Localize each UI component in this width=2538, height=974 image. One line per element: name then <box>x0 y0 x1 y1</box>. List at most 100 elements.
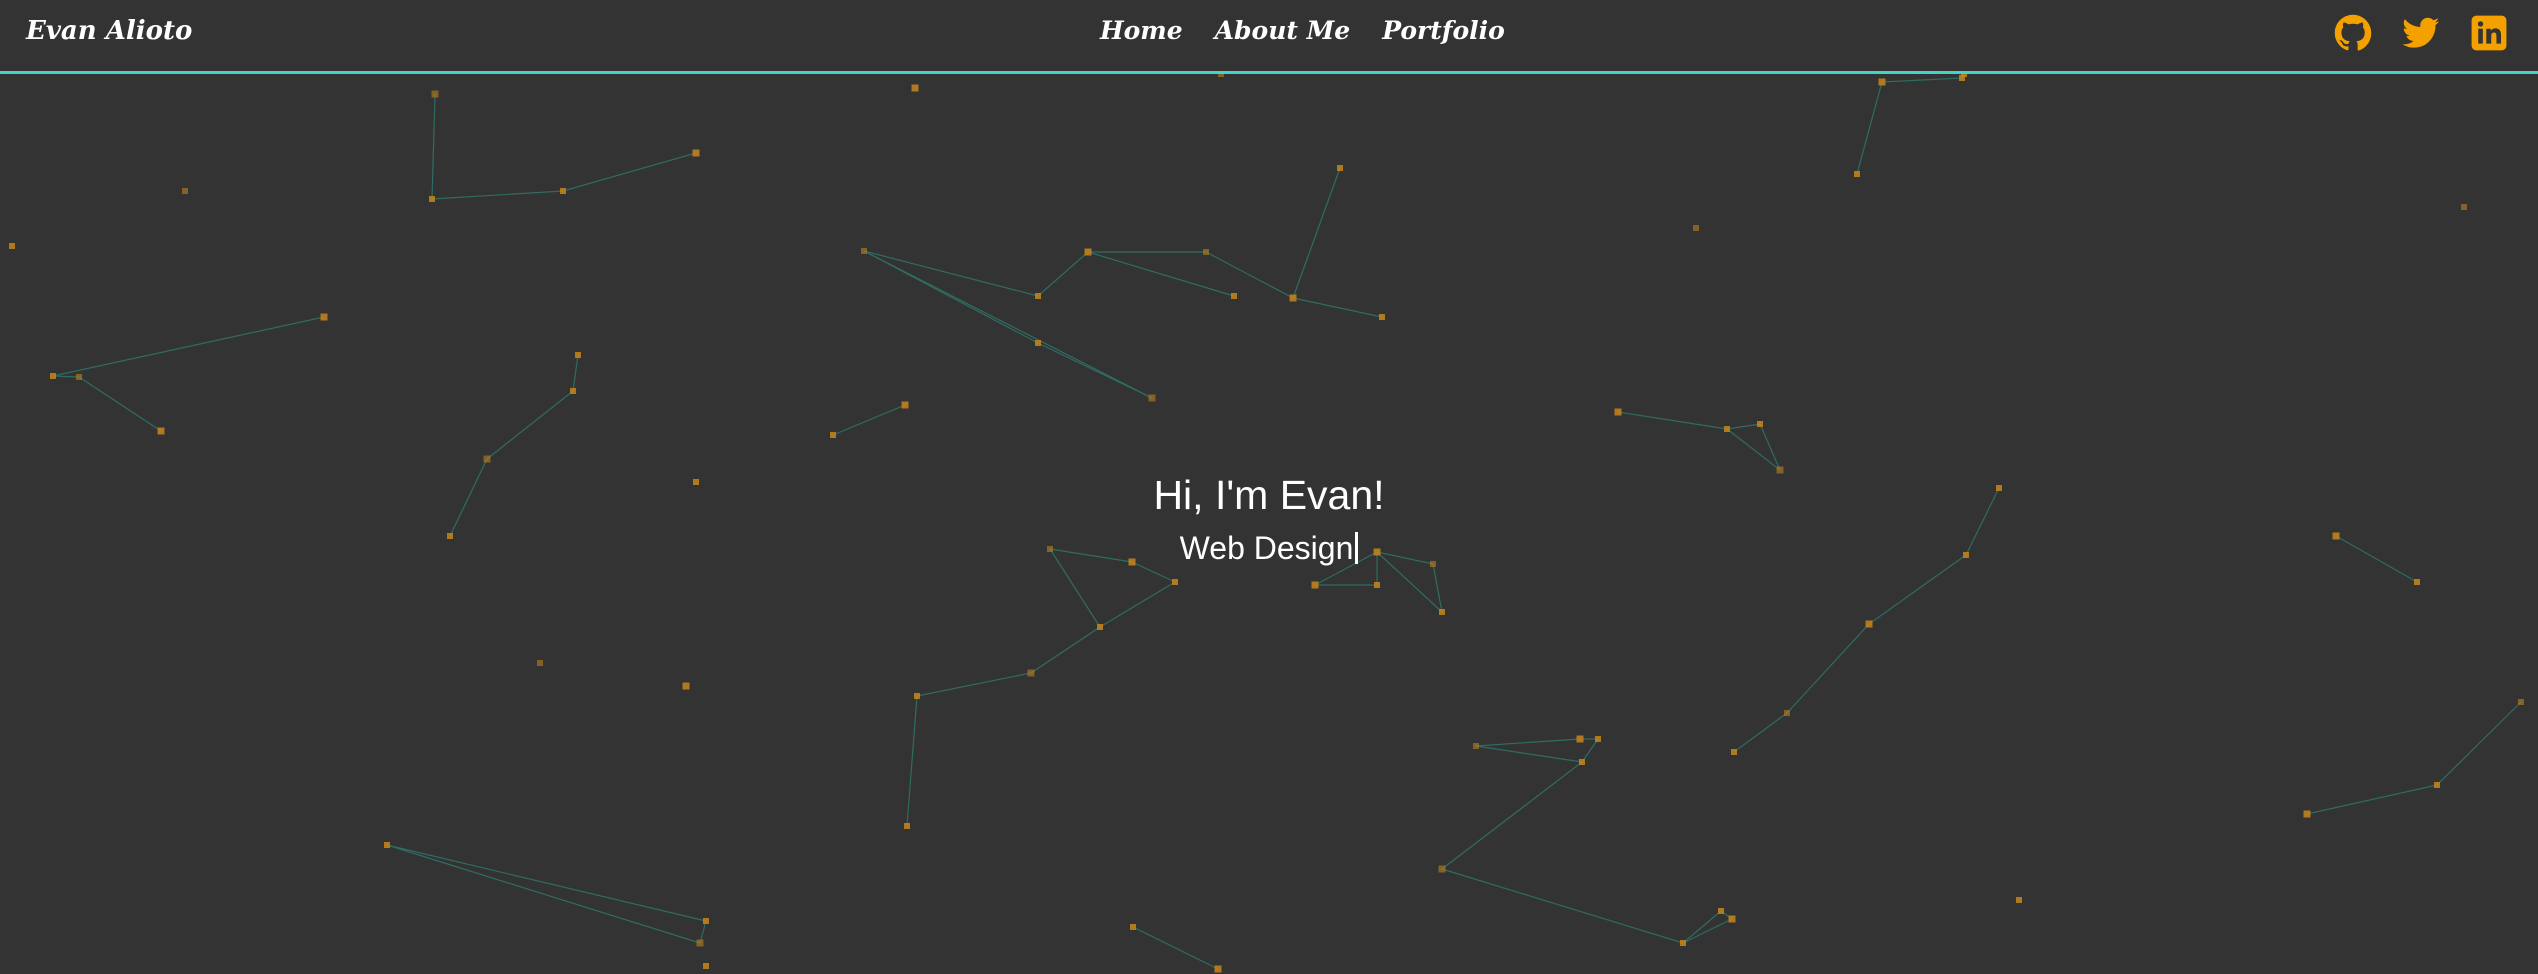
particle-dot <box>1680 940 1686 946</box>
particle-dot <box>1130 924 1136 930</box>
particle-dot <box>1439 609 1445 615</box>
particle-dot <box>1027 669 1035 677</box>
particle-dot <box>1218 74 1224 77</box>
nav-home-link[interactable]: Home <box>1100 16 1183 45</box>
particle-link <box>1037 251 1089 297</box>
github-link[interactable] <box>2334 14 2372 52</box>
particle-link <box>1292 167 1341 299</box>
particle-dot <box>320 313 328 321</box>
particle-dot <box>50 373 56 379</box>
particle-link <box>1087 251 1235 297</box>
particle-dot <box>570 388 576 394</box>
particle-dot <box>2303 810 2311 818</box>
particle-dot <box>1854 171 1860 177</box>
particle-dot <box>1614 408 1622 416</box>
particle-link <box>431 93 436 200</box>
github-icon <box>2334 14 2372 51</box>
particle-link <box>1441 868 1684 944</box>
particle-link <box>1037 342 1153 399</box>
particle-dot <box>1289 294 1297 302</box>
particle-link <box>1726 423 1761 430</box>
particle-dot <box>1724 426 1730 432</box>
twitter-link[interactable] <box>2402 14 2440 52</box>
particle-dot <box>537 660 543 666</box>
particle-link <box>572 354 579 392</box>
particle-link <box>1733 712 1788 753</box>
particle-dot <box>1374 582 1380 588</box>
particle-link <box>2306 784 2438 815</box>
linkedin-link[interactable] <box>2470 14 2508 52</box>
particle-link <box>486 390 574 460</box>
particle-dot <box>1579 759 1585 765</box>
particle-dot <box>1731 749 1737 755</box>
typing-cursor <box>1355 532 1359 564</box>
particle-dot <box>157 427 165 435</box>
particle-dot <box>1718 908 1724 914</box>
particle-dot <box>384 842 390 848</box>
particle-dot <box>1214 965 1222 973</box>
particle-dot <box>1438 865 1446 873</box>
particle-link <box>916 672 1032 697</box>
particle-link <box>863 250 1153 399</box>
particle-dot <box>682 682 690 690</box>
particle-dot <box>1693 225 1699 231</box>
particle-link <box>1099 581 1176 628</box>
particle-link <box>1441 761 1583 870</box>
brand-logo[interactable]: Evan Alioto <box>26 16 192 46</box>
hero-typed-subtitle: Web Design <box>0 528 2538 568</box>
particle-dot <box>431 90 439 98</box>
nav-about-link[interactable]: About Me <box>1215 16 1351 45</box>
particle-dot <box>2016 897 2022 903</box>
particle-link <box>386 844 701 944</box>
particle-dot <box>830 432 836 438</box>
particle-dot <box>483 455 491 463</box>
particle-dot <box>429 196 435 202</box>
particle-dot <box>1784 710 1790 716</box>
particle-link <box>1881 77 1963 83</box>
particle-dot <box>1379 314 1385 320</box>
page: Evan Alioto Home About Me Portfolio Hi, … <box>0 0 2538 974</box>
particle-dot <box>914 693 920 699</box>
particle-dot <box>901 401 909 409</box>
social-links <box>2334 14 2508 52</box>
particle-dot <box>1337 165 1343 171</box>
navbar: Evan Alioto Home About Me Portfolio <box>0 0 2538 74</box>
particle-dot <box>904 823 910 829</box>
particle-dot <box>696 939 704 947</box>
particle-dot <box>560 188 566 194</box>
particle-dot <box>1757 421 1763 427</box>
particle-dot <box>575 352 581 358</box>
particle-dot <box>1035 340 1041 346</box>
particle-link <box>386 844 707 922</box>
nav-portfolio-link[interactable]: Portfolio <box>1382 16 1505 45</box>
typed-text: Web Design <box>1179 530 1354 566</box>
particle-dot <box>76 374 82 380</box>
particle-link <box>1786 623 1870 714</box>
particle-link <box>562 152 697 192</box>
particle-dot <box>703 963 709 969</box>
particle-link <box>1132 926 1219 970</box>
particle-dot <box>1865 620 1873 628</box>
hero-title: Hi, I'm Evan! <box>1153 472 1385 518</box>
particle-link <box>52 375 80 378</box>
particle-dot <box>1473 743 1479 749</box>
particle-dot <box>1148 394 1156 402</box>
particle-link <box>431 190 564 200</box>
particle-link <box>863 250 1039 297</box>
particle-dot <box>2518 699 2524 705</box>
particle-dot <box>1203 249 1209 255</box>
particle-dot <box>1576 735 1584 743</box>
particle-dot <box>9 243 15 249</box>
particle-link <box>1292 297 1383 318</box>
particle-dot <box>911 84 919 92</box>
particle-link <box>1856 81 1883 175</box>
particle-dot <box>1035 293 1041 299</box>
particle-link <box>863 250 1039 344</box>
particle-dot <box>2434 782 2440 788</box>
particle-dot <box>1231 293 1237 299</box>
particle-dot <box>703 918 709 924</box>
particle-link <box>1475 745 1583 763</box>
particle-dot <box>1878 78 1886 86</box>
particle-link <box>1726 428 1781 471</box>
twitter-icon <box>2402 17 2440 48</box>
